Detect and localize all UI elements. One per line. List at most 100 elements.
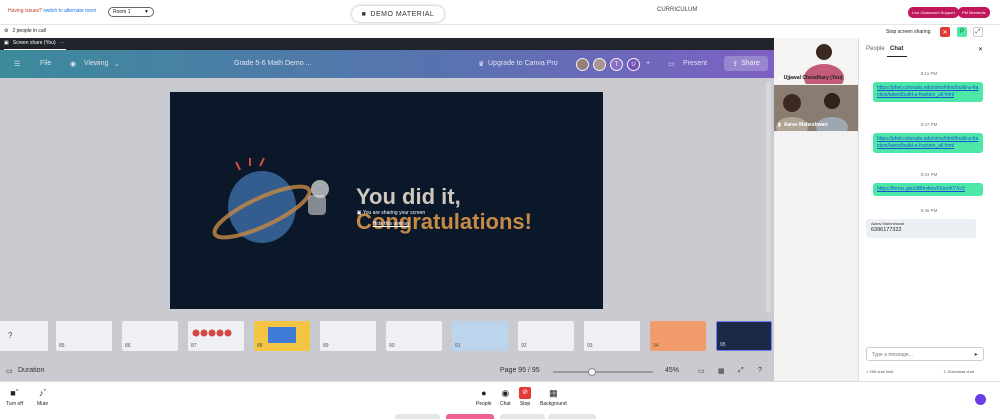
mic-button[interactable]: ♪ˇ Mute: [37, 387, 48, 407]
p-badge[interactable]: P: [957, 27, 967, 37]
video-tile-self[interactable]: ▮ Ujjawal Choudhary (You): [774, 38, 858, 84]
thumbnail-partial[interactable]: ?: [0, 321, 48, 351]
stop-sharing-button[interactable]: ✕: [940, 27, 950, 37]
chat-time: 8:11 PM: [920, 71, 938, 76]
thumbnail-93[interactable]: 93: [584, 321, 640, 351]
thumbnail-88[interactable]: 88: [254, 321, 310, 351]
gear-icon[interactable]: ⚙: [4, 28, 8, 34]
video-name-student-label: Aarav Maheshwari: [783, 122, 828, 128]
thumbnail-87[interactable]: 87: [188, 321, 244, 351]
chat-input-placeholder: Type a message...: [872, 352, 913, 358]
curriculum-link[interactable]: CURRICULUM: [657, 7, 697, 13]
thumbnail-95[interactable]: 95: [716, 321, 772, 351]
download-icon: ⇩: [943, 369, 947, 374]
tab-screen-share[interactable]: ▣ Screen share (You) ⋯: [4, 40, 66, 50]
tab-screen-share-label: Screen share (You): [12, 40, 56, 46]
alternate-room-link[interactable]: switch to alternate room: [43, 8, 96, 14]
issues-notice: Having issues? switch to alternate room: [8, 8, 96, 14]
menu-icon[interactable]: ☰: [14, 60, 20, 68]
screen-share-area: ▣ Screen share (You) ⋯ ☰ File ◉ Viewing …: [0, 38, 774, 381]
signal-icon: ▮: [778, 75, 781, 81]
tab-people[interactable]: People: [866, 46, 885, 52]
zoom-slider-handle[interactable]: [588, 368, 596, 376]
demo-material-label: DEMO MATERIAL: [370, 10, 435, 18]
dock-tab-active[interactable]: [446, 414, 494, 419]
thumbnail-number: 88: [257, 343, 263, 349]
thumbnail-94[interactable]: 94: [650, 321, 706, 351]
notes-icon[interactable]: ▭: [6, 367, 13, 375]
thumbnail-90[interactable]: 90: [386, 321, 442, 351]
canva-file-menu[interactable]: File: [40, 60, 51, 67]
thumbnail-number: 91: [455, 343, 461, 349]
thumbnail-86[interactable]: 86: [122, 321, 178, 351]
slide-canvas: You did it, Congratulations! ▣ You are s…: [170, 92, 603, 309]
dock-tab[interactable]: [500, 414, 545, 419]
download-chat[interactable]: ⇩ Download chat: [943, 369, 974, 374]
thumbnail-85[interactable]: 85: [56, 321, 112, 351]
thumbnail-89[interactable]: 89: [320, 321, 376, 351]
thumbnail-92[interactable]: 92: [518, 321, 574, 351]
zoom-slider[interactable]: [553, 371, 653, 373]
assistant-icon[interactable]: [975, 394, 986, 405]
close-icon[interactable]: ✕: [978, 46, 983, 53]
chat-message[interactable]: https://forms.gle/x8Bm4revFXxmKYXc9: [873, 183, 983, 196]
chat-button[interactable]: ◉ Chat: [500, 387, 511, 407]
avatar-t: T: [610, 58, 623, 71]
eye-icon: ◉: [70, 61, 77, 68]
more-icon[interactable]: ⋯: [60, 40, 65, 46]
call-bar: ⚙ 2 people in call Stop screen sharing ✕…: [0, 24, 1000, 38]
tab-chat[interactable]: Chat: [890, 46, 903, 52]
thumbnail-number: 87: [191, 343, 197, 349]
crown-icon: ♛: [478, 61, 485, 68]
camera-icon: ■ˇ: [10, 388, 19, 398]
dock-tab[interactable]: [395, 414, 440, 419]
dock-tab[interactable]: [548, 414, 596, 419]
thumbnail-number: 86: [125, 343, 131, 349]
help-icon[interactable]: ?: [758, 367, 762, 374]
expand-icon[interactable]: ⤢: [973, 27, 983, 37]
pages-icon[interactable]: ▭: [698, 367, 705, 375]
stop-share-icon: ⊘: [519, 387, 531, 399]
stop-sharing-label: Stop screen sharing: [886, 29, 931, 35]
slide-line-1: You did it,: [356, 184, 461, 209]
canva-present[interactable]: Present: [683, 60, 707, 67]
video-tile-student[interactable]: ▮ Aarav Maheshwari: [774, 85, 858, 131]
thumbnail-number: 90: [389, 343, 395, 349]
chat-message[interactable]: https://phet.colorado.edu/sims/html/buil…: [873, 133, 983, 153]
avatar-u: U: [627, 58, 640, 71]
canva-upgrade[interactable]: Upgrade to Canva Pro: [488, 60, 558, 67]
duration-label[interactable]: Duration: [18, 367, 44, 374]
canva-doc-title: Grade 5-6 Math Demo ...: [234, 60, 312, 67]
close-icon: ✕: [942, 29, 948, 36]
chat-sender: Aarav Maheshwari: [871, 221, 905, 226]
chat-message[interactable]: https://phet.colorado.edu/sims/html/buil…: [873, 82, 983, 102]
live-support-button[interactable]: Live Classroom Support: [908, 7, 959, 18]
chat-input[interactable]: Type a message... ➤: [866, 347, 984, 361]
demo-material-button[interactable]: ■ DEMO MATERIAL: [352, 6, 444, 22]
pm-moments-button[interactable]: PM Moments: [958, 7, 990, 18]
send-icon[interactable]: ➤: [974, 352, 978, 358]
people-icon: ●: [481, 388, 487, 398]
monitor-icon: ▣: [4, 40, 9, 46]
stop-button[interactable]: ⊘ Stop: [519, 387, 531, 407]
camera-button[interactable]: ■ˇ Turn off: [6, 387, 23, 407]
canva-share-button[interactable]: ⇪ Share: [724, 56, 768, 71]
background-button[interactable]: ▦ Background: [540, 387, 567, 407]
people-button[interactable]: ● People: [476, 387, 492, 407]
canva-viewing[interactable]: Viewing: [84, 60, 108, 67]
vertical-scrollbar[interactable]: [766, 82, 771, 312]
thumbnail-number: 89: [323, 343, 329, 349]
chat-time: 8:46 PM: [920, 208, 938, 213]
background-icon: ▦: [549, 388, 558, 398]
monitor-icon: ▣: [356, 210, 362, 216]
thumbnail-number: 94: [653, 343, 659, 349]
video-name-self: ▮ Ujjawal Choudhary (You): [778, 75, 843, 81]
plus-icon[interactable]: +: [646, 60, 650, 67]
share-header: ▣ Screen share (You) ⋯: [0, 38, 774, 50]
thumbnail-91[interactable]: 91: [452, 321, 508, 351]
hide-overlay-link[interactable]: Hide this overlay: [346, 221, 436, 227]
fullscreen-icon[interactable]: ⤢: [738, 367, 744, 375]
grid-icon[interactable]: ▦: [718, 367, 725, 375]
app-root: Having issues? switch to alternate room …: [0, 0, 1000, 419]
room-select[interactable]: Room 1 ▼: [108, 7, 154, 17]
